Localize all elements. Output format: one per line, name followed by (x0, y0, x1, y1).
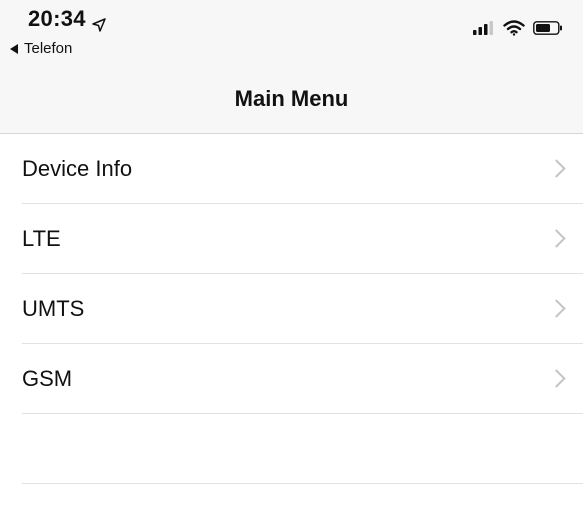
menu-item-label: UMTS (22, 296, 85, 321)
menu-item-umts[interactable]: UMTS (0, 274, 583, 344)
back-to-app-link[interactable]: Telefon (10, 40, 72, 57)
chevron-right-icon (547, 299, 566, 318)
wifi-icon (503, 20, 525, 41)
status-time: 20:34 (28, 6, 106, 32)
location-arrow-icon (92, 12, 106, 32)
chevron-right-icon (547, 229, 566, 248)
menu-item-lte[interactable]: LTE (0, 204, 583, 274)
menu-item-label: LTE (22, 226, 61, 251)
menu-item-gsm[interactable]: GSM (0, 344, 583, 414)
empty-list-row (0, 414, 583, 484)
status-indicators (473, 20, 563, 41)
menu-item-label: Device Info (22, 156, 133, 181)
battery-icon (533, 21, 563, 40)
menu-list: Device Info LTE UMTS GSM (0, 134, 583, 484)
cellular-signal-icon (473, 21, 495, 40)
back-link-label: Telefon (24, 40, 73, 57)
back-arrow-icon (10, 43, 18, 54)
status-time-label: 20:34 (28, 6, 86, 31)
chevron-right-icon (547, 159, 566, 178)
page-title: Main Menu (234, 86, 349, 111)
menu-item-label: GSM (22, 366, 73, 391)
menu-item-device-info[interactable]: Device Info (0, 134, 583, 204)
phone-screen: 20:34 Telefon Main Menu Device Info LTE … (0, 0, 583, 525)
chevron-right-icon (547, 369, 566, 388)
top-bar: 20:34 Telefon Main Menu (0, 0, 583, 134)
